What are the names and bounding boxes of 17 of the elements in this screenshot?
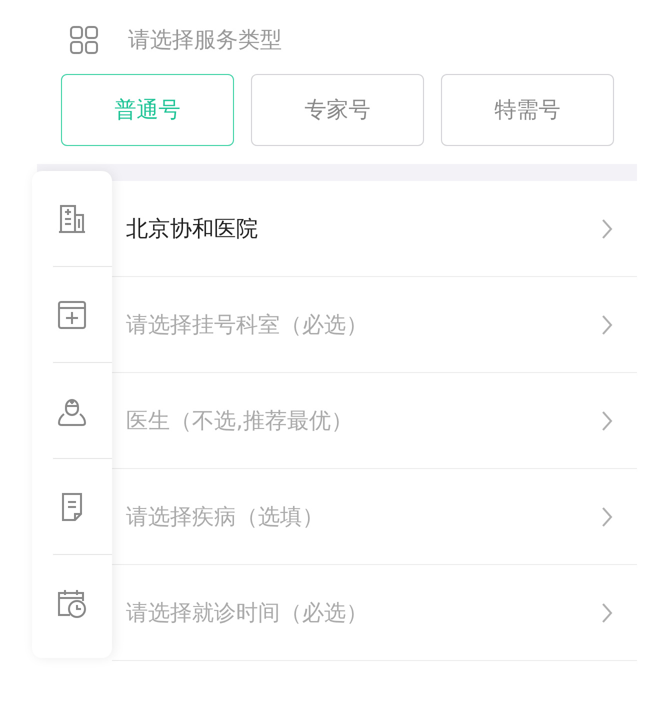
row-label: 请选择就诊时间（必选） <box>126 600 368 628</box>
hospital-icon <box>56 202 88 234</box>
service-type-button[interactable]: 专家号 <box>251 74 424 146</box>
service-type-button[interactable]: 普通号 <box>61 74 234 146</box>
chevron-right-icon <box>601 218 613 240</box>
chevron-right-icon <box>601 410 613 432</box>
service-type-button[interactable]: 特需号 <box>441 74 614 146</box>
row-label: 请选择挂号科室（必选） <box>126 312 368 340</box>
row-label: 北京协和医院 <box>126 216 258 244</box>
calendar-plus-icon <box>56 298 88 330</box>
section-title: 请选择服务类型 <box>128 27 282 55</box>
row-label: 医生（不选,推荐最优） <box>126 408 353 436</box>
grid-icon <box>70 26 98 54</box>
chevron-right-icon <box>601 314 613 336</box>
chevron-right-icon <box>601 506 613 528</box>
chevron-right-icon <box>601 602 613 624</box>
row-label: 请选择疾病（选填） <box>126 504 324 532</box>
